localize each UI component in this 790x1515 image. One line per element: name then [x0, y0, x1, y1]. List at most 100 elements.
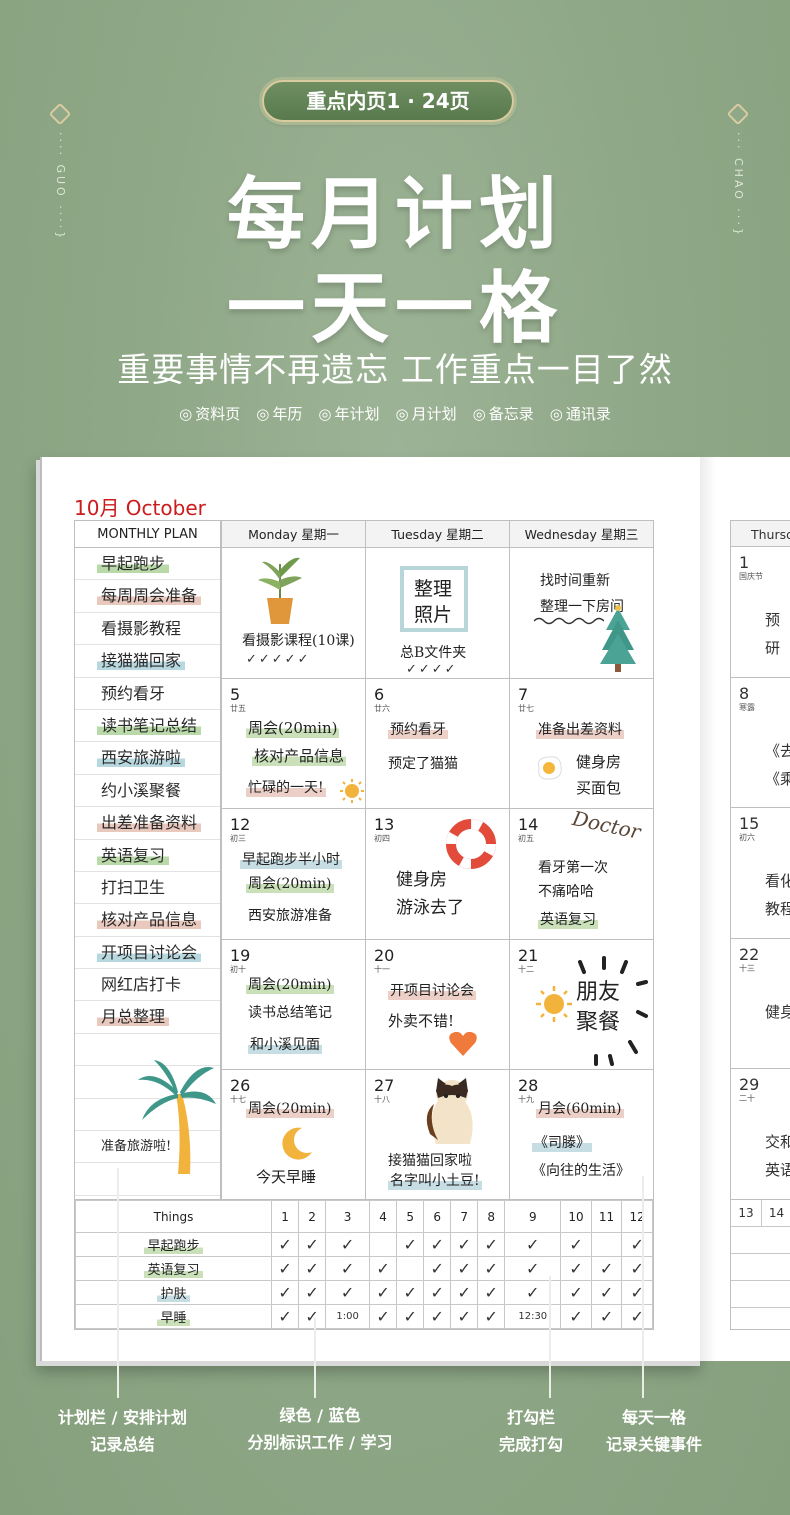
plan-item[interactable]: 开项目讨论会 — [75, 937, 220, 970]
habit-checkbox[interactable]: ✓ — [396, 1232, 425, 1258]
callout-line-1: 打勾栏 — [506, 1408, 555, 1427]
calendar-cell[interactable]: 28 十九 月会(60min) 《司滕》 《向往的生活》 — [509, 1070, 653, 1201]
calendar-cell[interactable]: 26 十七 周会(20min) 今天早睡 — [221, 1070, 365, 1201]
plan-item[interactable]: 出差准备资料 — [75, 807, 220, 840]
calendar-cell[interactable]: 整理 照片 总B文件夹 ✓✓✓✓ — [365, 548, 509, 679]
habit-checkbox[interactable]: ✓ — [325, 1280, 371, 1306]
habit-checkbox[interactable]: ✓ — [560, 1256, 592, 1282]
day-column-number: 4 — [369, 1199, 398, 1234]
habit-checkbox[interactable]: ✓ — [270, 1232, 300, 1258]
habit-checkbox[interactable]: ✓ — [450, 1256, 479, 1282]
habit-checkbox[interactable]: ✓ — [590, 1256, 623, 1282]
habit-checkbox[interactable] — [396, 1256, 425, 1282]
habit-checkbox[interactable]: ✓ — [270, 1256, 300, 1282]
habit-checkbox[interactable]: ✓ — [396, 1280, 425, 1306]
habit-checkbox[interactable]: ✓ — [369, 1280, 398, 1306]
callout-line — [117, 1168, 119, 1398]
plan-item[interactable]: 西安旅游啦 — [75, 742, 220, 775]
calendar-cell[interactable]: 20 十一 开项目讨论会 外卖不错! — [365, 939, 509, 1071]
habit-checkbox[interactable]: ✓ — [423, 1256, 452, 1282]
habit-checkbox[interactable]: ✓ — [504, 1232, 562, 1258]
calendar-cell[interactable]: 看摄影课程(10课) ✓✓✓✓✓ — [221, 548, 365, 679]
habit-checkbox[interactable]: ✓ — [621, 1232, 653, 1258]
habit-checkbox[interactable]: ✓ — [621, 1304, 653, 1329]
calendar-cell[interactable]: 21 十二 朋友 聚餐 — [509, 939, 653, 1071]
habit-checkbox[interactable]: ✓ — [477, 1280, 506, 1306]
habit-checkbox[interactable]: ✓ — [325, 1232, 371, 1258]
callout-line-2: 记录关键事件 — [605, 1435, 702, 1454]
habit-checkbox[interactable]: ✓ — [423, 1304, 452, 1329]
calendar-cell[interactable]: 7 廿七 准备出差资料 健身房 买面包 — [509, 678, 653, 810]
habit-label: 早睡 — [75, 1304, 272, 1329]
day-column-number: 9 — [504, 1199, 562, 1234]
habit-checkbox[interactable]: ✓ — [298, 1280, 327, 1306]
habit-checkbox[interactable]: 1:00 — [325, 1304, 371, 1329]
callout-line — [314, 1318, 316, 1398]
habit-checkbox[interactable]: ✓ — [450, 1304, 479, 1329]
habit-checkbox[interactable]: ✓ — [621, 1256, 653, 1282]
plan-item[interactable]: 读书笔记总结 — [75, 710, 220, 743]
habit-checkbox[interactable]: ✓ — [396, 1304, 425, 1329]
cell-note: 周会(20min) — [246, 973, 334, 994]
calendar-cell[interactable]: 19 初十 周会(20min) 读书总结笔记 和小溪见面 — [221, 939, 365, 1071]
habit-checkbox[interactable]: ✓ — [325, 1256, 371, 1282]
habit-checkbox[interactable]: ✓ — [560, 1232, 592, 1258]
plan-item[interactable]: 网红店打卡 — [75, 969, 220, 1002]
habit-checkbox[interactable]: ✓ — [423, 1280, 452, 1306]
calendar-cell[interactable]: 12 初三 早起跑步半小时 周会(20min) 西安旅游准备 — [221, 809, 365, 940]
habit-checkbox[interactable]: ✓ — [560, 1304, 592, 1329]
habit-checkbox[interactable]: ✓ — [504, 1256, 562, 1282]
habit-checkbox[interactable]: ✓ — [369, 1304, 398, 1329]
day-number: 7 — [518, 684, 529, 704]
habit-checkbox[interactable]: ✓ — [298, 1304, 327, 1329]
calendar-cell[interactable]: 1 国庆节预研 — [730, 547, 790, 678]
habit-checkbox[interactable] — [590, 1232, 623, 1258]
habit-checkbox[interactable]: ✓ — [270, 1304, 300, 1329]
calendar-cell[interactable]: 22十三健身 — [730, 938, 790, 1070]
plan-item[interactable]: 核对产品信息 — [75, 904, 220, 937]
habit-checkbox[interactable] — [369, 1232, 398, 1258]
habit-checkbox[interactable]: ✓ — [298, 1256, 327, 1282]
habit-checkbox[interactable]: 12:30 — [504, 1304, 562, 1329]
habit-checkbox[interactable]: ✓ — [477, 1256, 506, 1282]
plan-item[interactable]: 早起跑步 — [75, 548, 220, 581]
habit-checkbox[interactable]: ✓ — [621, 1280, 653, 1306]
habit-checkbox[interactable]: ✓ — [423, 1232, 452, 1258]
cell-checkmarks: ✓✓✓✓✓ — [246, 652, 311, 667]
cell-note: 核对产品信息 — [252, 744, 347, 766]
calendar-cell[interactable]: 6 廿六 预约看牙 预定了猫猫 — [365, 678, 509, 810]
plan-item[interactable]: 打扫卫生 — [75, 872, 220, 905]
calendar-cell[interactable]: 14 初五 Doctor 看牙第一次 不痛哈哈 英语复习 — [509, 806, 653, 940]
habit-checkbox[interactable]: ✓ — [560, 1280, 592, 1306]
habit-tracker-right: 13 14 — [730, 1200, 790, 1330]
plan-item-text — [97, 1072, 105, 1091]
plan-item[interactable]: 每周周会准备 — [75, 580, 220, 613]
plan-item[interactable]: 约小溪聚餐 — [75, 775, 220, 808]
plan-item[interactable]: 看摄影教程 — [75, 613, 220, 646]
habit-checkbox[interactable]: ✓ — [477, 1304, 506, 1329]
plan-item[interactable]: 月总整理 — [75, 1001, 220, 1034]
habit-checkbox[interactable]: ✓ — [270, 1280, 300, 1306]
calendar-cell[interactable]: 15初六看化教程 — [730, 808, 790, 939]
plan-item[interactable]: 预约看牙 — [75, 678, 220, 710]
habit-checkbox[interactable]: ✓ — [477, 1232, 506, 1258]
calendar-cell[interactable]: 找时间重新 整理一下房间 — [509, 548, 653, 679]
plan-item[interactable]: 接猫猫回家 — [75, 645, 220, 678]
christmas-tree-icon — [600, 605, 636, 672]
lunar-date: 廿六 — [374, 703, 390, 713]
habit-checkbox[interactable]: ✓ — [298, 1232, 327, 1258]
habit-checkbox[interactable]: ✓ — [590, 1304, 623, 1329]
calendar-cell[interactable]: 27 十八 接猫猫回家啦 名字叫小土豆! — [365, 1070, 509, 1201]
calendar-cell[interactable]: 8寒露《去《乘 — [730, 677, 790, 809]
habit-checkbox[interactable]: ✓ — [450, 1280, 479, 1306]
calendar-cell[interactable]: 5 廿五 周会(20min) 核对产品信息 忙碌的一天! — [221, 678, 365, 810]
cat-icon — [426, 1078, 473, 1145]
habit-checkbox[interactable]: ✓ — [369, 1256, 398, 1282]
habit-checkbox[interactable]: ✓ — [590, 1280, 623, 1306]
plan-item[interactable]: 英语复习 — [75, 840, 220, 872]
habit-checkbox[interactable]: ✓ — [504, 1280, 562, 1306]
habit-label-text: 早睡 — [157, 1311, 190, 1327]
habit-checkbox[interactable]: ✓ — [450, 1232, 479, 1258]
calendar-cell[interactable]: 29二十交和英语 — [730, 1069, 790, 1200]
calendar-cell[interactable]: 13 初四 健身房 游泳去了 — [365, 809, 509, 940]
